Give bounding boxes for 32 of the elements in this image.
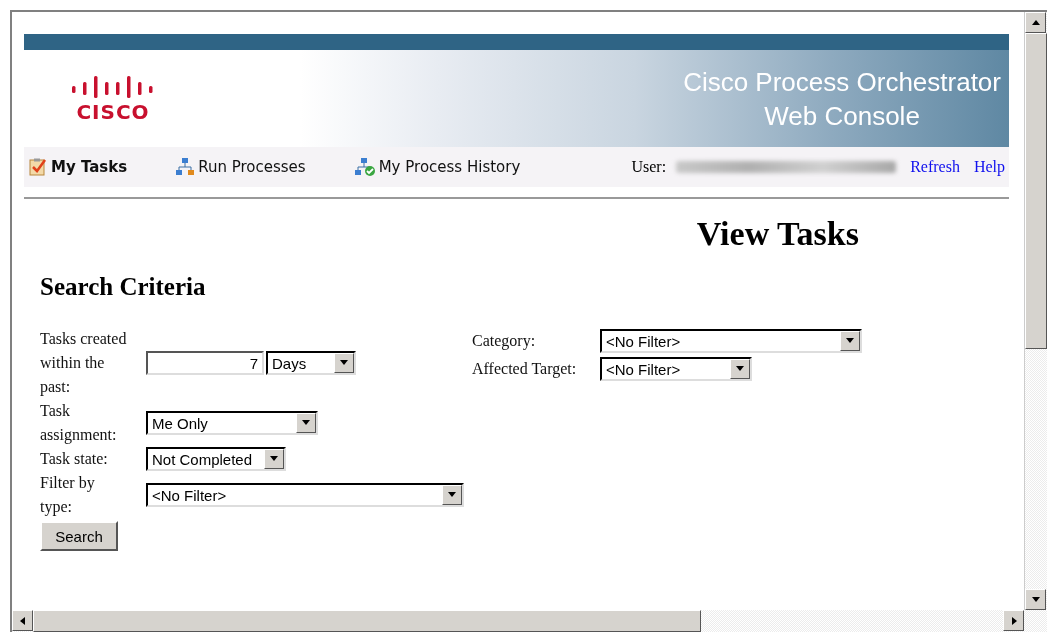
- dropdown-select[interactable]: <No Filter>: [600, 357, 752, 381]
- network-icon: [175, 157, 196, 177]
- dropdown-select[interactable]: Me Only: [146, 411, 318, 435]
- section-title: Search Criteria: [40, 273, 207, 301]
- banner-title: Web Console: [764, 99, 920, 133]
- scroll-thumb[interactable]: [1025, 33, 1047, 349]
- field-label: Tasks created within the past:: [40, 329, 128, 398]
- user-label: User:: [631, 158, 667, 176]
- field-label: Task state:: [40, 449, 109, 469]
- vertical-scrollbar[interactable]: [1024, 12, 1047, 610]
- dropdown-select[interactable]: <No Filter>: [146, 483, 464, 507]
- field-label: Affected Target:: [472, 359, 578, 380]
- dropdown-select[interactable]: <No Filter>: [600, 329, 862, 353]
- nav-text-link[interactable]: Help: [973, 158, 1005, 176]
- field-label: Category:: [472, 331, 537, 352]
- logo-wordmark: CISCO: [76, 99, 150, 124]
- page-title: View Tasks: [695, 215, 860, 253]
- nav-text-link[interactable]: Refresh: [910, 158, 960, 176]
- unit-select[interactable]: Days: [266, 351, 356, 375]
- nav-link[interactable]: My Tasks: [28, 157, 128, 177]
- number-field[interactable]: 7: [146, 351, 264, 375]
- field-label: Filter by type:: [40, 473, 96, 518]
- clipboard-check-icon: [28, 157, 48, 177]
- search-button[interactable]: Search: [40, 521, 118, 551]
- banner-title: Cisco Process Orchestrator: [683, 65, 1001, 99]
- field-label: Task assignment:: [40, 401, 118, 446]
- nav-link[interactable]: Run Processes: [175, 157, 306, 177]
- scroll-thumb[interactable]: [33, 610, 701, 632]
- nav-link[interactable]: My Process History: [353, 157, 521, 177]
- network-check-icon: [353, 157, 376, 177]
- horizontal-scrollbar[interactable]: [12, 610, 1047, 632]
- dropdown-select[interactable]: Not Completed: [146, 447, 286, 471]
